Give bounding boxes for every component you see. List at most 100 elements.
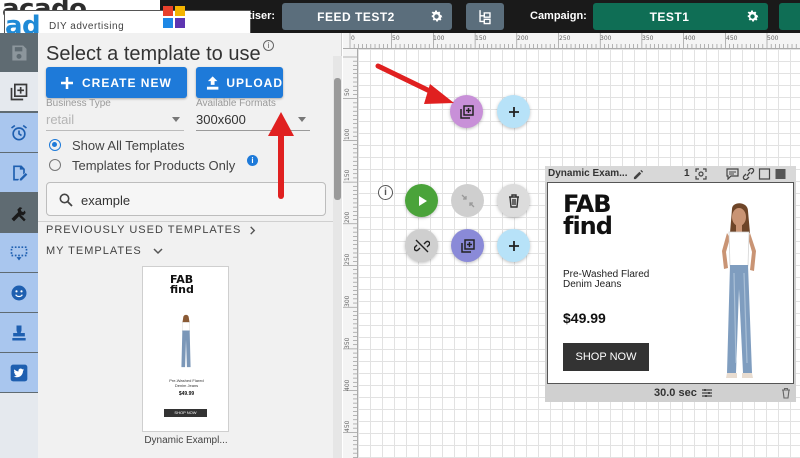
rail-emoji[interactable] — [0, 273, 38, 312]
focus-icon[interactable] — [695, 168, 707, 180]
thumb-price: $49.99 — [178, 391, 195, 397]
collapse-icon — [461, 194, 474, 207]
create-new-button[interactable]: CREATE NEW — [46, 67, 187, 98]
ruler-label: 450 — [344, 420, 351, 432]
layout-dashed-icon — [10, 245, 28, 260]
square-filled-icon[interactable] — [774, 168, 787, 180]
panel-scrollbar-thumb[interactable] — [334, 78, 341, 200]
collapse-button[interactable] — [451, 184, 484, 217]
business-type-select[interactable]: retail — [46, 112, 184, 131]
add-button[interactable] — [497, 95, 530, 128]
card-footer: 30.0 sec — [545, 384, 796, 402]
unlink-button[interactable] — [405, 229, 438, 262]
ruler-label: 400 — [344, 379, 351, 391]
annotation-arrow-icon — [375, 63, 454, 104]
radio-show-all[interactable] — [49, 139, 61, 151]
ruler-label: 200 — [517, 35, 529, 42]
ruler-label: 250 — [559, 35, 571, 42]
template-thumbnail[interactable]: FAB find Pre-Washed Flared Denim Jeans $49… — [142, 266, 229, 432]
campaign-value: TEST1 — [649, 9, 690, 24]
duplicate-icon — [460, 238, 475, 253]
search-icon — [59, 193, 73, 207]
panel-divider — [38, 221, 341, 222]
thumb-model-image — [181, 314, 191, 368]
ruler-label: 200 — [344, 211, 351, 223]
ad-preview-card[interactable]: Dynamic Exam... 1 FAB find Pre-Washed Fla… — [545, 166, 796, 402]
card-duration: 30.0 sec — [654, 387, 697, 399]
ruler-label: 50 — [392, 35, 400, 42]
add-frame-button[interactable] — [497, 229, 530, 262]
campaign-selector[interactable]: TEST1 — [593, 3, 768, 30]
rail-tools[interactable] — [0, 193, 38, 232]
rail-schedule[interactable] — [0, 113, 38, 152]
stamp-icon — [12, 325, 26, 340]
thumb-cta: SHOP NOW — [164, 409, 207, 417]
delete-button[interactable] — [497, 184, 530, 217]
plus-icon — [61, 76, 73, 89]
rail-spacer — [0, 393, 38, 458]
comment-icon[interactable] — [726, 168, 739, 180]
radio-products-only[interactable] — [49, 159, 61, 171]
pencil-icon[interactable] — [633, 169, 644, 180]
ad-shop-now-button[interactable]: SHOP NOW — [563, 343, 649, 371]
advertiser-selector[interactable]: FEED TEST2 — [282, 3, 452, 30]
rail-edit[interactable] — [0, 153, 38, 192]
rail-twitter[interactable] — [0, 353, 38, 392]
hierarchy-button[interactable] — [466, 3, 504, 30]
next-selector-edge[interactable] — [779, 3, 800, 30]
panel-title: Select a template to use — [46, 43, 261, 65]
chevron-down-icon — [298, 117, 306, 122]
play-button[interactable] — [405, 184, 438, 217]
previously-used-heading[interactable]: PREVIOUSLY USED TEMPLATES — [46, 224, 241, 236]
advertiser-settings-gear-icon[interactable] — [429, 9, 444, 24]
advertiser-value: FEED TEST2 — [317, 9, 395, 24]
ruler-label: 350 — [344, 337, 351, 349]
campaign-label: Campaign: — [530, 10, 587, 22]
rail-layout[interactable] — [0, 233, 38, 272]
alarm-clock-icon — [11, 124, 28, 140]
rail-save[interactable] — [0, 33, 38, 72]
thumb-product: Pre-Washed Flared Denim Jeans — [169, 378, 204, 388]
ad-logo: FAB find — [563, 190, 613, 240]
edit-document-icon — [13, 165, 28, 180]
canvas-info-icon[interactable]: i — [378, 185, 393, 200]
apps-icon[interactable] — [163, 6, 185, 28]
chevron-right-icon[interactable] — [248, 226, 257, 235]
chevron-down-icon[interactable] — [153, 246, 163, 256]
card-title: Dynamic Exam... — [548, 168, 628, 179]
business-type-label: Business Type — [46, 98, 111, 109]
top-bar: adacado DIY advertising Advertiser: FEED… — [0, 0, 800, 212]
ruler-top: 0 50 100 150 200 250 300 350 400 450 500 — [343, 33, 800, 49]
ruler-label: 300 — [600, 35, 612, 42]
my-templates-heading[interactable]: MY TEMPLATES — [46, 245, 142, 257]
rail-add-creative[interactable] — [0, 72, 38, 111]
duplicate-frame-button[interactable] — [451, 229, 484, 262]
play-icon — [418, 195, 427, 206]
ruler-left: 50 100 150 200 250 300 350 400 450 — [343, 49, 358, 458]
trash-icon — [508, 193, 519, 208]
radio-products-only-label: Templates for Products Only — [72, 158, 236, 173]
link-icon[interactable] — [742, 168, 755, 180]
sitemap-icon — [479, 10, 491, 25]
logo[interactable]: adacado DIY advertising — [0, 0, 251, 212]
campaign-settings-gear-icon[interactable] — [745, 9, 760, 24]
products-info-icon[interactable]: i — [247, 155, 258, 166]
logo-tagline: DIY advertising — [49, 21, 125, 32]
upload-button[interactable]: UPLOAD — [196, 67, 283, 98]
ruler-label: 250 — [344, 253, 351, 265]
radio-show-all-label: Show All Templates — [72, 138, 185, 153]
ruler-label: 50 — [344, 88, 351, 96]
square-outline-icon[interactable] — [758, 168, 771, 180]
duplicate-icon — [459, 104, 474, 119]
ruler-label: 400 — [684, 35, 696, 42]
thumbnail-caption: Dynamic Exampl... — [144, 435, 228, 446]
trash-icon[interactable] — [780, 387, 792, 399]
rail-stamp[interactable] — [0, 313, 38, 352]
tools-icon — [11, 206, 26, 221]
title-info-icon[interactable]: i — [263, 40, 274, 51]
ad-product-name: Pre-Washed Flared Denim Jeans — [563, 269, 650, 290]
timing-settings-icon[interactable] — [701, 387, 713, 399]
ad-creative[interactable]: FAB find Pre-Washed Flared Denim Jeans $49… — [547, 182, 794, 384]
save-icon — [12, 45, 27, 60]
ruler-label: 500 — [767, 35, 779, 42]
